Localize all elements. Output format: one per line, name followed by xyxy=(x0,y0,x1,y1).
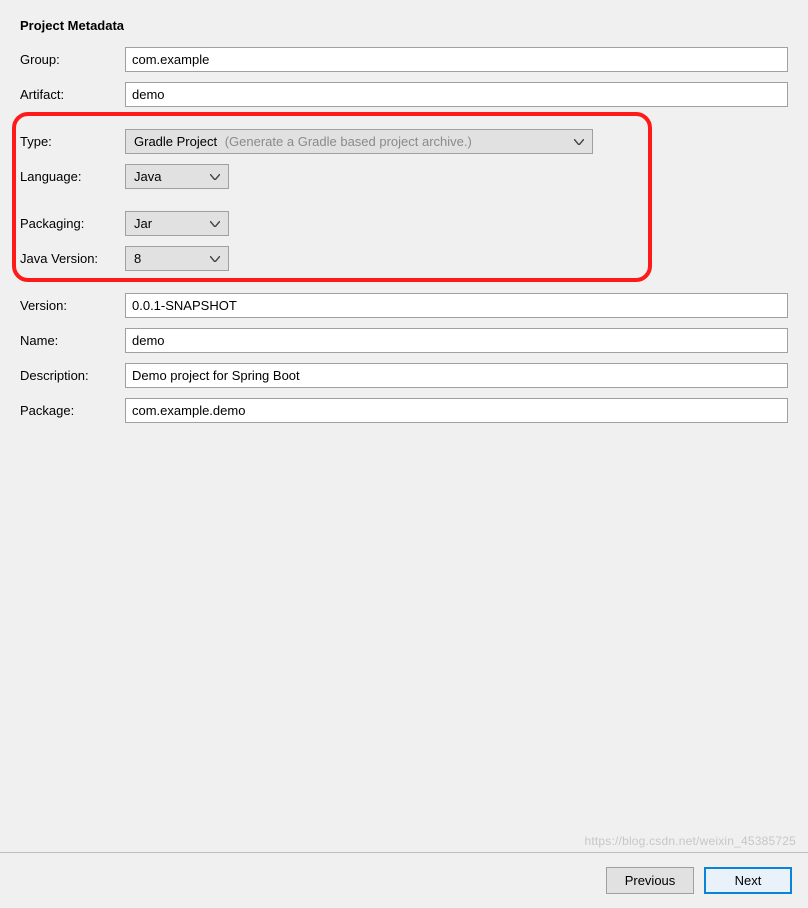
footer-bar: Previous Next xyxy=(0,852,808,908)
label-version: Version: xyxy=(20,298,125,313)
combo-java-version[interactable]: 8 xyxy=(125,246,229,271)
label-group: Group: xyxy=(20,52,125,67)
label-description: Description: xyxy=(20,368,125,383)
row-group: Group: xyxy=(20,47,788,72)
row-description: Description: xyxy=(20,363,788,388)
label-type: Type: xyxy=(20,134,125,149)
row-language: Language: Java xyxy=(20,164,788,189)
watermark-text: https://blog.csdn.net/weixin_45385725 xyxy=(584,834,796,848)
row-package: Package: xyxy=(20,398,788,423)
label-language: Language: xyxy=(20,169,125,184)
combo-java-version-value: 8 xyxy=(134,251,208,266)
input-description[interactable] xyxy=(125,363,788,388)
row-artifact: Artifact: xyxy=(20,82,788,107)
label-package: Package: xyxy=(20,403,125,418)
combo-type-value: Gradle Project xyxy=(134,134,217,149)
input-group[interactable] xyxy=(125,47,788,72)
label-packaging: Packaging: xyxy=(20,216,125,231)
combo-type[interactable]: Gradle Project (Generate a Gradle based … xyxy=(125,129,593,154)
section-title: Project Metadata xyxy=(20,18,788,33)
input-artifact[interactable] xyxy=(125,82,788,107)
next-button[interactable]: Next xyxy=(704,867,792,894)
combo-language-value: Java xyxy=(134,169,208,184)
label-artifact: Artifact: xyxy=(20,87,125,102)
input-name[interactable] xyxy=(125,328,788,353)
combo-packaging[interactable]: Jar xyxy=(125,211,229,236)
chevron-down-icon xyxy=(208,221,222,227)
input-package[interactable] xyxy=(125,398,788,423)
input-version[interactable] xyxy=(125,293,788,318)
combo-packaging-value: Jar xyxy=(134,216,208,231)
chevron-down-icon xyxy=(208,256,222,262)
previous-button[interactable]: Previous xyxy=(606,867,694,894)
label-java-version: Java Version: xyxy=(20,251,125,266)
chevron-down-icon xyxy=(572,139,586,145)
combo-language[interactable]: Java xyxy=(125,164,229,189)
row-packaging: Packaging: Jar xyxy=(20,211,788,236)
label-name: Name: xyxy=(20,333,125,348)
chevron-down-icon xyxy=(208,174,222,180)
combo-type-hint: (Generate a Gradle based project archive… xyxy=(225,134,472,149)
row-type: Type: Gradle Project (Generate a Gradle … xyxy=(20,129,788,154)
row-java-version: Java Version: 8 xyxy=(20,246,788,271)
row-version: Version: xyxy=(20,293,788,318)
row-name: Name: xyxy=(20,328,788,353)
